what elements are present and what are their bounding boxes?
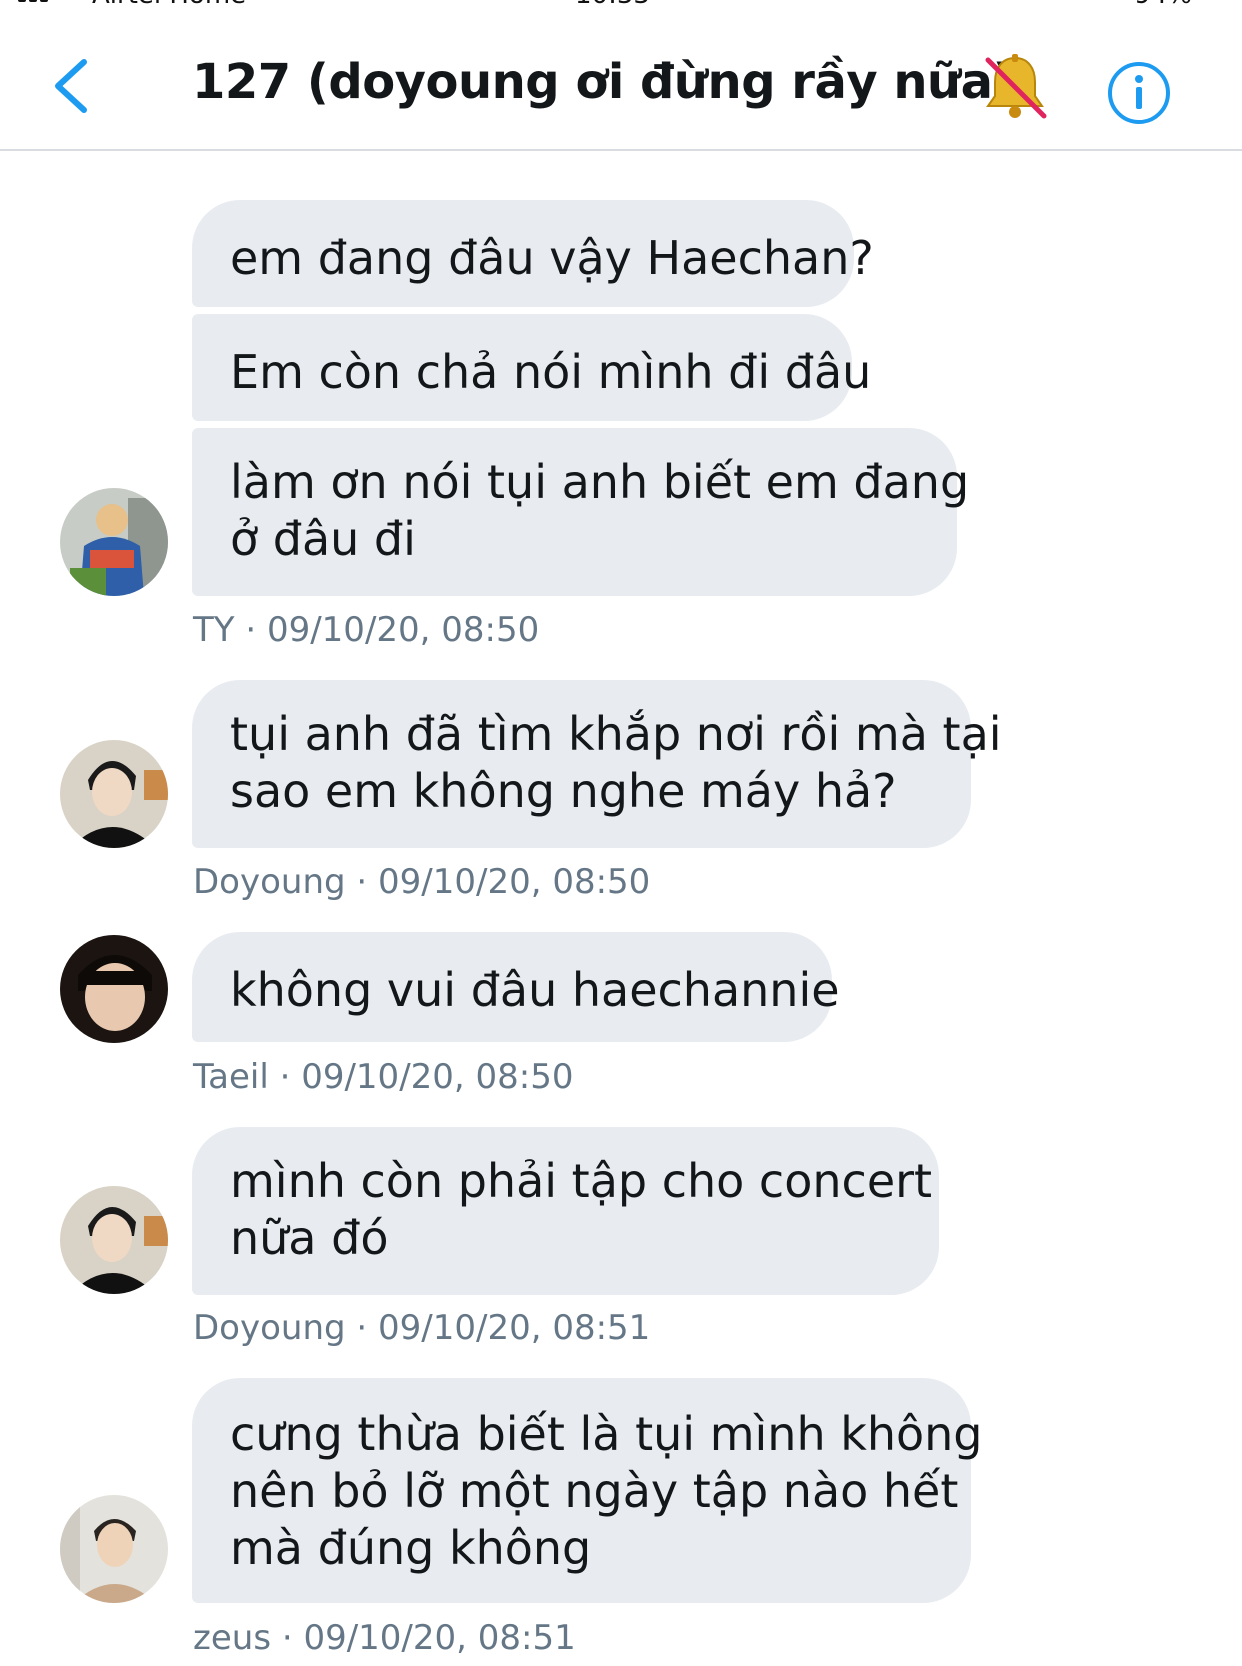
message-text-line: mà đúng không — [230, 1521, 592, 1575]
avatar[interactable] — [60, 740, 168, 848]
message-text: không vui đâu haechannie — [230, 963, 840, 1017]
message-text: em đang đâu vậy Haechan? — [230, 231, 874, 285]
message-bubble[interactable]: em đang đâu vậy Haechan? — [192, 200, 874, 307]
message-bubble[interactable]: làm ơn nói tụi anh biết em đang ở đâu đi — [192, 428, 970, 596]
message-meta: Doyoung · 09/10/20, 08:51 — [193, 1308, 651, 1348]
message-text-line: mình còn phải tập cho concert — [230, 1154, 933, 1208]
conversation-header: 127 (doyoung ơi đừng rầy nữa) — [0, 8, 1242, 151]
message-bubble[interactable]: tụi anh đã tìm khắp nơi rồi mà tại sao e… — [192, 680, 1002, 848]
message-text-line: sao em không nghe máy hả? — [230, 764, 897, 818]
avatar[interactable] — [60, 935, 168, 1043]
avatar[interactable] — [60, 488, 168, 596]
message-bubble[interactable]: cưng thừa biết là tụi mình không nên bỏ … — [192, 1378, 983, 1603]
message-text: Em còn chả nói mình đi đâu — [230, 345, 872, 399]
chevron-left-icon[interactable] — [50, 56, 94, 116]
message-bubble[interactable]: mình còn phải tập cho concert nữa đó — [192, 1127, 939, 1295]
message-meta: TY · 09/10/20, 08:50 — [193, 610, 540, 650]
status-bar: Airtel Home 10:33 94% — [0, 0, 1242, 10]
avatar[interactable] — [60, 1186, 168, 1294]
conversation-title: 127 (doyoung ơi đừng rầy nữa) — [192, 54, 1015, 110]
message-bubble[interactable]: không vui đâu haechannie — [192, 932, 840, 1042]
message-text-line: nữa đó — [230, 1211, 389, 1265]
message-meta: Taeil · 09/10/20, 08:50 — [193, 1057, 574, 1097]
avatar[interactable] — [60, 1495, 168, 1603]
message-text-line: tụi anh đã tìm khắp nơi rồi mà tại — [230, 707, 1002, 761]
message-text-line: ở đâu đi — [230, 512, 416, 566]
message-text-line: làm ơn nói tụi anh biết em đang — [230, 455, 970, 509]
message-text-line: cưng thừa biết là tụi mình không — [230, 1407, 983, 1461]
info-icon[interactable] — [1106, 60, 1172, 126]
message-meta: zeus · 09/10/20, 08:51 — [193, 1618, 576, 1658]
muted-bell-icon — [980, 52, 1050, 122]
message-bubble[interactable]: Em còn chả nói mình đi đâu — [192, 314, 871, 421]
message-text-line: nên bỏ lỡ một ngày tập nào hết — [230, 1464, 959, 1518]
message-meta: Doyoung · 09/10/20, 08:50 — [193, 862, 651, 902]
signal-icon — [18, 0, 64, 4]
